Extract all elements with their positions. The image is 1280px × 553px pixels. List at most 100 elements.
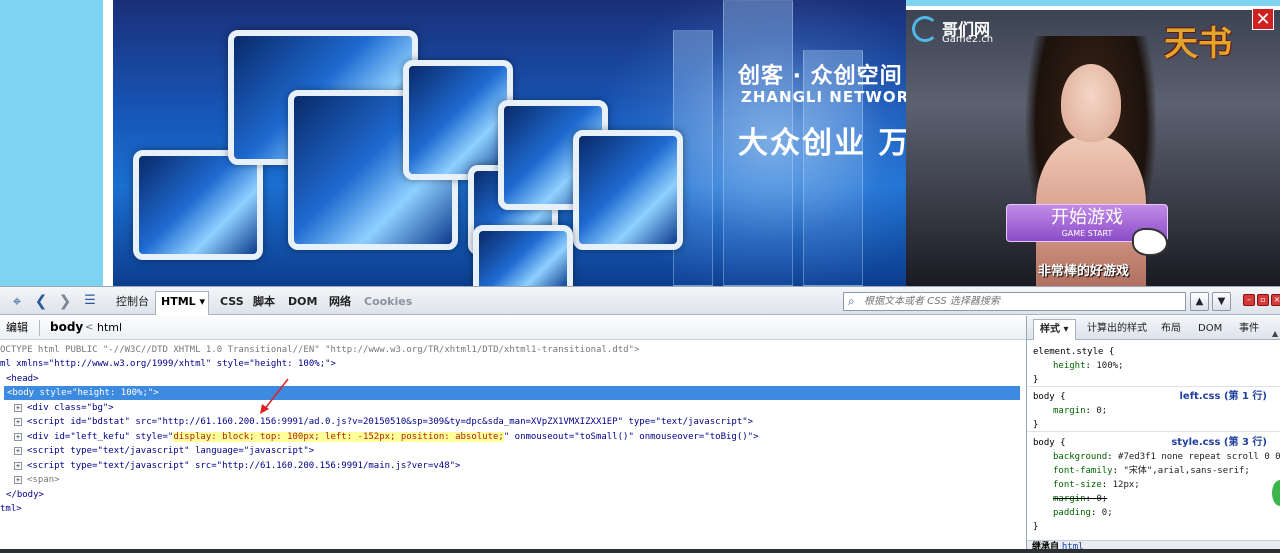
ad-site-logo-sub: Game2.cn — [942, 34, 994, 45]
css-property[interactable]: font-size: 12px; — [1053, 478, 1140, 492]
tree-node[interactable]: + <div id="left_kefu" style="display: blo… — [14, 430, 759, 444]
search-prev-button[interactable]: ▲ — [1190, 292, 1209, 311]
css-source-link[interactable]: left.css (第 1 行) — [1179, 390, 1267, 404]
body-close-tag: </body> — [6, 488, 44, 502]
banner-screen — [473, 225, 573, 286]
console-toggle-icon[interactable]: ☰ — [80, 292, 100, 310]
css-prop-value: 0; — [1096, 494, 1108, 504]
html-node-text: ml xmlns="http://www.w3.org/1999/xhtml" … — [0, 359, 336, 369]
tree-node-text-tail: " onmouseout="toSmall()" onmouseover="to… — [503, 432, 759, 442]
tree-node-text: <script id="bdstat" src="http://61.160.2… — [27, 417, 754, 427]
tab-console[interactable]: 控制台 — [116, 294, 149, 310]
expand-icon[interactable]: + — [14, 404, 22, 412]
tab-events[interactable]: 事件 — [1239, 322, 1259, 336]
tab-css[interactable]: CSS — [220, 294, 244, 310]
tab-html[interactable]: HTML ▾ — [155, 291, 209, 315]
tab-net[interactable]: 网络 — [329, 294, 351, 310]
tab-cookies[interactable]: Cookies — [364, 294, 412, 310]
breadcrumb-body[interactable]: body — [50, 320, 83, 335]
game-ad-popup[interactable]: 哥们网 Game2.cn 天书 ✕ 开始游戏 GAME START 非常棒的好游… — [906, 6, 1280, 286]
ad-model-face — [1061, 64, 1121, 142]
html-node[interactable]: ml xmlns="http://www.w3.org/1999/xhtml" … — [0, 357, 336, 371]
search-input[interactable] — [864, 294, 1182, 309]
style-side-panel: 样式 ▾ 计算出的样式 布局 DOM 事件 element.style { he… — [1026, 316, 1280, 553]
banner-screen — [573, 130, 683, 250]
css-selector[interactable]: body { — [1033, 436, 1066, 450]
devtools-toolbar: ⌖ ❮ ❯ ☰ 控制台 HTML ▾ CSS 脚本 DOM 网络 Cookies… — [0, 287, 1280, 315]
css-prop-value: "宋体",arial,sans-serif; — [1123, 466, 1250, 476]
breadcrumb-html[interactable]: html — [97, 321, 122, 335]
tab-computed-style[interactable]: 计算出的样式 — [1087, 322, 1147, 336]
tree-node[interactable]: + <div class="bg"> — [14, 401, 114, 415]
css-close-brace: } — [1033, 420, 1039, 430]
expand-icon[interactable]: + — [14, 418, 22, 426]
tab-script[interactable]: 脚本 — [253, 294, 275, 310]
search-box[interactable]: ⌕ — [843, 292, 1186, 311]
doctype-text: OCTYPE html PUBLIC "-//W3C//DTD XHTML 1.… — [0, 345, 640, 355]
expand-icon[interactable]: + — [14, 433, 22, 441]
tree-node[interactable]: + <script id="bdstat" src="http://61.160.… — [14, 415, 753, 429]
css-selector[interactable]: element.style { — [1033, 345, 1114, 359]
head-node[interactable]: <head> — [6, 372, 39, 386]
css-prop-value: #7ed3f1 none repeat scroll 0 0; — [1118, 452, 1280, 462]
highlighted-style-text: display: block; top: 100px; left: -152px… — [173, 432, 504, 442]
ad-close-button[interactable]: ✕ — [1252, 8, 1274, 30]
css-prop-value: 100%; — [1096, 361, 1124, 371]
body-node-text: <body style="height: 100%;"> — [7, 388, 159, 398]
search-next-button[interactable]: ▼ — [1212, 292, 1231, 311]
css-prop-value: 12px; — [1112, 480, 1140, 490]
html-tree[interactable]: OCTYPE html PUBLIC "-//W3C//DTD XHTML 1.… — [0, 341, 1026, 553]
search-icon: ⌕ — [848, 294, 855, 308]
tab-side-dom[interactable]: DOM — [1198, 322, 1222, 336]
banner-slogan: 大众创业 万众创新 — [738, 126, 906, 161]
css-prop-name: font-size — [1053, 480, 1102, 490]
hero-banner[interactable]: 创客 · 众创空间 ZHANGLI NETWORK 大众创业 万众创新 — [113, 0, 906, 286]
tree-node[interactable]: + <script type="text/javascript" language… — [14, 444, 314, 458]
back-icon[interactable]: ❮ — [34, 292, 48, 310]
css-property[interactable]: height: 100%; — [1053, 359, 1123, 373]
side-tab-bar: 样式 ▾ 计算出的样式 布局 DOM 事件 — [1027, 316, 1280, 340]
html-close-text: tml> — [0, 504, 22, 514]
detach-icon[interactable]: ▫ — [1257, 294, 1269, 306]
css-close-brace: } — [1033, 522, 1039, 532]
css-property[interactable]: margin: 0; — [1053, 404, 1107, 418]
doctype-line[interactable]: OCTYPE html PUBLIC "-//W3C//DTD XHTML 1.… — [0, 343, 639, 357]
tab-layout[interactable]: 布局 — [1161, 322, 1181, 336]
taskbar-strip — [0, 549, 1280, 553]
scroll-up-icon[interactable]: ▲ — [1272, 330, 1280, 338]
tree-node-text: <script type="text/javascript" src="http… — [27, 461, 461, 471]
tree-node[interactable]: + <script type="text/javascript" src="htt… — [14, 459, 460, 473]
expand-icon[interactable]: + — [14, 447, 22, 455]
pointer-hand-icon — [1132, 228, 1168, 256]
banner-screen — [133, 150, 263, 260]
edit-button[interactable]: 编辑 — [6, 321, 28, 335]
red-annotation-arrow-icon — [260, 378, 289, 414]
screenshot: 创客 · 众创空间 ZHANGLI NETWORK 大众创业 万众创新 哥们网 … — [0, 0, 1280, 553]
close-icon[interactable]: × — [1271, 294, 1280, 306]
body-node-selected[interactable]: <body style="height: 100%;"> — [4, 386, 1020, 400]
css-property[interactable]: background: #7ed3f1 none repeat scroll 0… — [1053, 450, 1280, 464]
ad-logo-icon — [912, 16, 938, 42]
expand-icon[interactable]: + — [14, 462, 22, 470]
expand-icon[interactable]: + — [14, 476, 22, 484]
tab-style[interactable]: 样式 ▾ — [1033, 319, 1076, 340]
banner-title: 创客 · 众创空间 — [738, 64, 903, 89]
css-prop-value: 0; — [1096, 406, 1108, 416]
tree-node-text: <span> — [27, 475, 60, 485]
dropdown-arrow-icon[interactable]: ▾ — [200, 295, 206, 308]
tab-dom[interactable]: DOM — [288, 294, 317, 310]
css-property[interactable]: padding: 0; — [1053, 506, 1113, 520]
css-property[interactable]: font-family: "宋体",arial,sans-serif; — [1053, 464, 1250, 478]
game-logo: 天书 — [1164, 24, 1232, 64]
inspect-icon[interactable]: ⌖ — [8, 292, 26, 310]
css-rules-list: element.style { height: 100%; } body { l… — [1027, 341, 1280, 541]
minimize-icon[interactable]: – — [1243, 294, 1255, 306]
css-source-link[interactable]: style.css (第 3 行) — [1171, 436, 1267, 450]
css-property-overridden[interactable]: margin: 0; — [1053, 492, 1107, 506]
css-selector[interactable]: body { — [1033, 390, 1066, 404]
tab-html-label: HTML — [161, 295, 196, 308]
tree-node[interactable]: + <span> — [14, 473, 60, 487]
css-prop-name: font-family — [1053, 466, 1113, 476]
forward-icon[interactable]: ❯ — [58, 292, 72, 310]
banner-subtitle: ZHANGLI NETWORK — [741, 88, 906, 106]
